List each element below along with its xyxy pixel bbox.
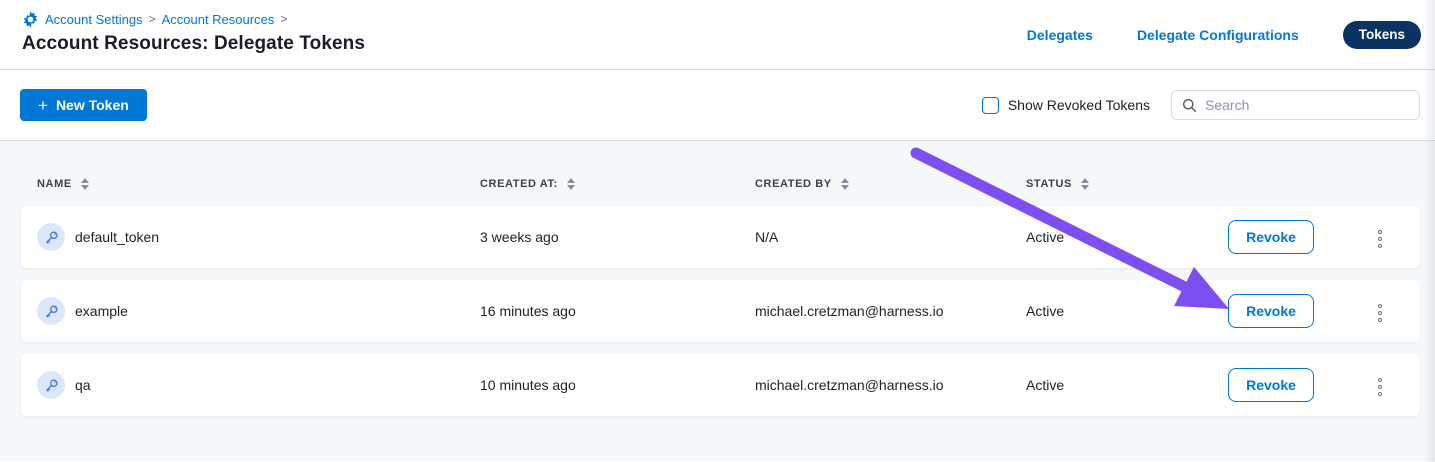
sort-icon [841,178,849,190]
token-rows: default_token 3 weeks ago N/A Active Rev… [21,206,1435,416]
column-header-name[interactable]: NAME [37,178,480,190]
show-revoked-checkbox[interactable] [982,97,999,114]
header-nav: Delegates Delegate Configurations Tokens [1027,21,1421,49]
delegate-tokens-page: Account Settings > Account Resources > A… [0,0,1435,462]
column-header-created-at[interactable]: CREATED AT: [480,178,755,190]
table-row[interactable]: default_token 3 weeks ago N/A Active Rev… [21,206,1420,268]
token-created-by: michael.cretzman@harness.io [755,377,1026,393]
nav-delegate-configurations[interactable]: Delegate Configurations [1137,27,1299,43]
column-header-status[interactable]: STATUS [1026,178,1228,190]
table-header-row: NAME CREATED AT: CREATED BY STATUS [21,166,1435,202]
sort-icon [81,178,89,190]
token-key-icon [37,371,65,399]
search-box [1171,90,1420,120]
new-token-label: New Token [56,97,129,113]
kebab-menu-icon[interactable] [1372,372,1388,402]
sort-icon [567,178,575,190]
revoke-button[interactable]: Revoke [1228,220,1314,254]
token-created-at: 3 weeks ago [480,229,755,245]
kebab-menu-icon[interactable] [1372,224,1388,254]
search-icon [1182,98,1197,113]
token-created-by: michael.cretzman@harness.io [755,303,1026,319]
token-key-icon [37,297,65,325]
breadcrumb-account-settings[interactable]: Account Settings [45,12,143,27]
revoke-button[interactable]: Revoke [1228,368,1314,402]
token-status: Active [1026,377,1228,393]
new-token-button[interactable]: + New Token [20,89,147,121]
column-header-created-by[interactable]: CREATED BY [755,178,1026,190]
show-revoked-group: Show Revoked Tokens [982,97,1150,114]
token-created-at: 16 minutes ago [480,303,755,319]
gear-icon [22,11,39,28]
plus-icon: + [38,97,48,114]
table-row[interactable]: example 16 minutes ago michael.cretzman@… [21,280,1420,342]
toolbar-right: Show Revoked Tokens [982,90,1420,120]
token-created-at: 10 minutes ago [480,377,755,393]
page-header: Account Settings > Account Resources > A… [0,0,1435,70]
table-row[interactable]: qa 10 minutes ago michael.cretzman@harne… [21,354,1420,416]
nav-tokens-active-tab[interactable]: Tokens [1343,21,1421,49]
toolbar: + New Token Show Revoked Tokens [0,70,1435,141]
token-status: Active [1026,303,1228,319]
token-created-by: N/A [755,229,1026,245]
revoke-button[interactable]: Revoke [1228,294,1314,328]
search-input[interactable] [1205,97,1409,113]
show-revoked-label: Show Revoked Tokens [1008,97,1150,113]
token-name: qa [75,377,91,393]
breadcrumb-account-resources[interactable]: Account Resources [162,12,275,27]
scrollbar[interactable] [1425,0,1435,462]
tokens-table: NAME CREATED AT: CREATED BY STATUS [0,141,1435,461]
sort-icon [1081,178,1089,190]
nav-delegates[interactable]: Delegates [1027,27,1093,43]
token-key-icon [37,223,65,251]
kebab-menu-icon[interactable] [1372,298,1388,328]
token-name: default_token [75,229,159,245]
token-name: example [75,303,128,319]
breadcrumb-separator: > [280,12,287,26]
token-status: Active [1026,229,1228,245]
breadcrumb-separator: > [149,12,156,26]
